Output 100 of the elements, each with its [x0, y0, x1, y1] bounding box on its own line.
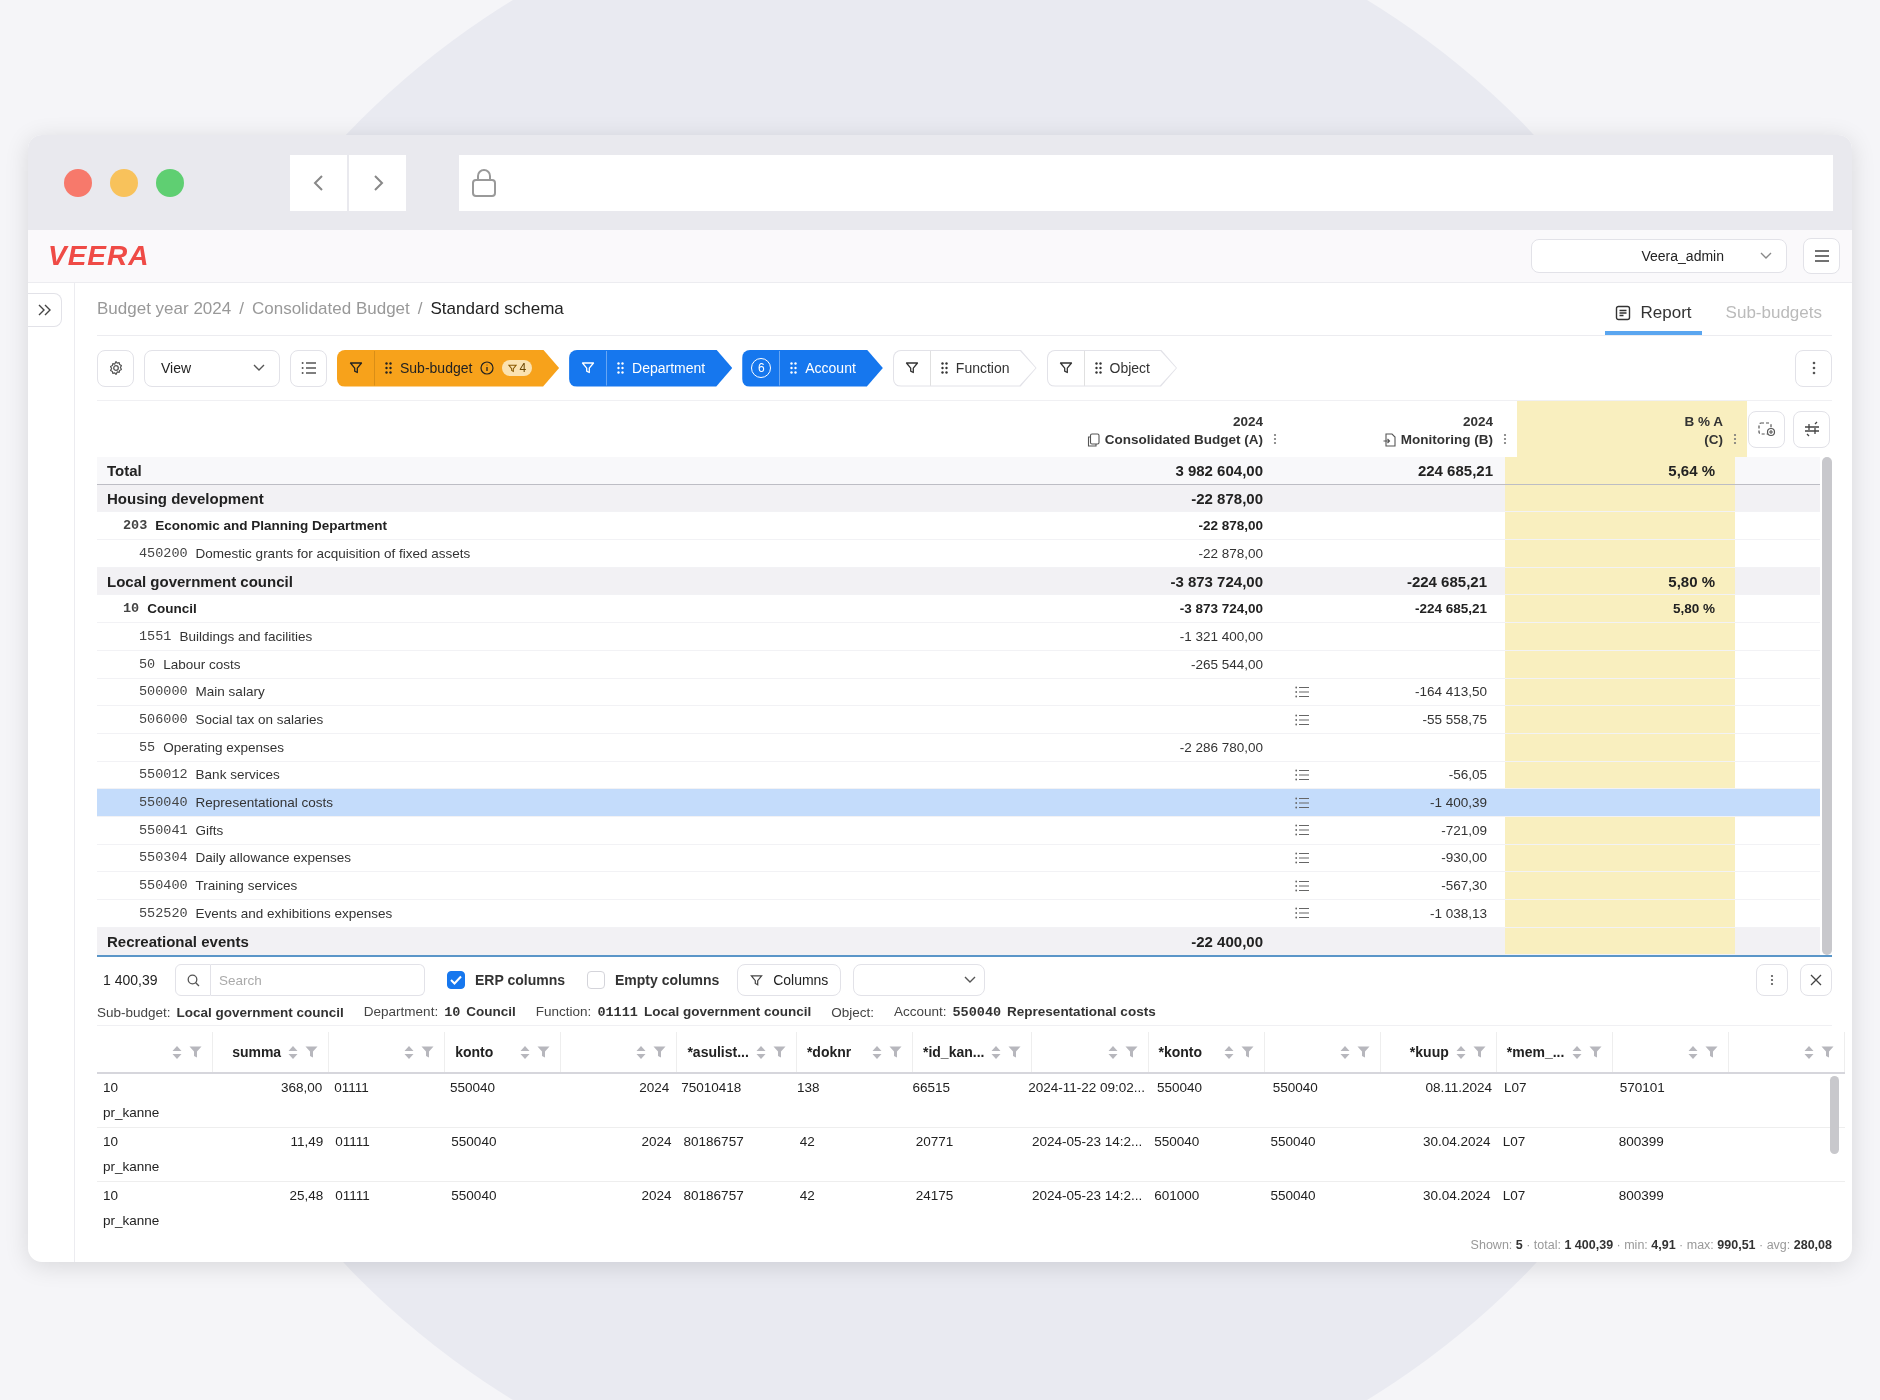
scrollbar[interactable]	[1822, 457, 1832, 956]
column-header[interactable]: *konto	[1158, 1044, 1203, 1061]
dropdown[interactable]	[853, 964, 986, 997]
filter-icon[interactable]	[1821, 1046, 1834, 1059]
row-code: 552520	[139, 905, 188, 921]
close-button[interactable]	[1800, 964, 1832, 997]
report-row[interactable]: Local government council -3 873 724,00 -224 685,21 5,80 %	[97, 567, 1820, 596]
filter-icon[interactable]	[1704, 1046, 1718, 1059]
report-row[interactable]: Recreational events -22 400,00	[97, 927, 1820, 956]
settings-button[interactable]	[97, 349, 134, 387]
report-row[interactable]: Housing development -22 878,00	[97, 484, 1820, 513]
report-row[interactable]: 552520 Events and exhibitions expenses -1 038,13	[97, 900, 1820, 928]
grouping-chip[interactable]: Department	[569, 349, 733, 387]
grouping-chip[interactable]: Sub-budget 4	[337, 349, 560, 387]
scrollbar[interactable]	[1830, 1076, 1839, 1155]
report-row[interactable]: 203 Economic and Planning Department -22 878,00	[97, 512, 1820, 541]
grouping-chip[interactable]: 6 Account	[742, 349, 883, 387]
column-header[interactable]: *id_kan...	[922, 1044, 985, 1061]
report-row[interactable]: 550400 Training services -567,30	[97, 872, 1820, 900]
details-list-icon[interactable]	[1295, 907, 1309, 920]
budget-value: -22 878,00	[1198, 545, 1263, 561]
report-row[interactable]: 50 Labour costs -265 544,00	[97, 650, 1820, 679]
sort-icon[interactable]	[990, 1044, 1003, 1060]
tab[interactable]: Report	[1604, 297, 1702, 335]
sort-icon[interactable]	[1570, 1044, 1583, 1060]
address-bar[interactable]	[459, 154, 1833, 211]
details-list-icon[interactable]	[1295, 768, 1309, 781]
grouping-chip[interactable]: Object	[1046, 349, 1177, 387]
sort-icon[interactable]	[870, 1044, 883, 1060]
report-row[interactable]: 500000 Main salary -164 413,50	[97, 678, 1820, 707]
search-icon[interactable]	[175, 964, 211, 997]
filter-icon[interactable]	[537, 1046, 551, 1059]
menu-button[interactable]	[1803, 238, 1840, 274]
sort-icon[interactable]	[171, 1044, 184, 1060]
list-button[interactable]	[290, 349, 327, 387]
filter-icon[interactable]	[888, 1046, 902, 1059]
filter-icon[interactable]	[1008, 1046, 1022, 1059]
add-view-button[interactable]	[1748, 410, 1785, 448]
sort-icon[interactable]	[287, 1044, 300, 1060]
more-options-button[interactable]	[1756, 964, 1788, 997]
view-dropdown[interactable]: View	[144, 349, 280, 387]
list-icon	[300, 361, 317, 375]
close-window-icon[interactable]	[64, 168, 92, 197]
sort-icon[interactable]	[1338, 1044, 1351, 1060]
minimize-window-icon[interactable]	[110, 168, 138, 197]
filter-icon[interactable]	[305, 1046, 319, 1059]
filter-icon[interactable]	[421, 1046, 435, 1059]
filter-icon[interactable]	[1356, 1046, 1370, 1059]
details-list-icon[interactable]	[1295, 713, 1309, 726]
sort-icon[interactable]	[1686, 1044, 1699, 1060]
column-header[interactable]: summa	[232, 1044, 282, 1061]
report-row[interactable]: 506000 Social tax on salaries -55 558,75	[97, 706, 1820, 734]
column-menu-icon[interactable]	[1733, 433, 1737, 445]
table-cell: 2024	[641, 1134, 672, 1150]
details-list-icon[interactable]	[1295, 851, 1309, 864]
filter-icon[interactable]	[653, 1046, 667, 1059]
details-list-icon[interactable]	[1295, 824, 1309, 837]
maximize-window-icon[interactable]	[156, 168, 184, 197]
filter-icon[interactable]	[1240, 1046, 1254, 1059]
report-row[interactable]: 550304 Daily allowance expenses -930,00	[97, 844, 1820, 873]
filter-icon[interactable]	[1588, 1046, 1602, 1059]
column-header[interactable]: *mem_...	[1506, 1044, 1565, 1061]
filter-icon[interactable]	[1472, 1046, 1486, 1059]
table-cell: 10	[103, 1188, 119, 1204]
filter-icon[interactable]	[772, 1046, 786, 1059]
filter-icon[interactable]	[1124, 1046, 1138, 1059]
more-options-button[interactable]	[1795, 349, 1832, 387]
column-header[interactable]: konto	[455, 1044, 494, 1061]
column-header[interactable]: *asulist...	[687, 1044, 749, 1061]
details-list-icon[interactable]	[1295, 796, 1309, 809]
details-list-icon[interactable]	[1295, 879, 1309, 892]
expand-sidebar-button[interactable]	[28, 293, 62, 327]
report-row[interactable]: 450200 Domestic grants for acquisition of fixed assets -22 878,00	[97, 540, 1820, 568]
report-row[interactable]: 550040 Representational costs -1 400,39	[97, 789, 1820, 817]
grouping-chip[interactable]: Function	[892, 349, 1037, 387]
column-settings-button[interactable]	[1793, 410, 1830, 448]
checkbox[interactable]	[447, 971, 465, 990]
report-row[interactable]: 550041 Gifts -721,09	[97, 816, 1820, 845]
report-row[interactable]: 1551 Buildings and facilities -1 321 400,00	[97, 623, 1820, 651]
back-button[interactable]	[290, 154, 347, 211]
forward-button[interactable]	[349, 154, 406, 211]
sort-icon[interactable]	[1222, 1044, 1235, 1060]
column-header[interactable]: *kuup	[1409, 1044, 1449, 1061]
details-list-icon[interactable]	[1295, 685, 1309, 698]
sort-icon[interactable]	[1803, 1044, 1815, 1060]
sort-icon[interactable]	[1454, 1044, 1467, 1060]
user-dropdown[interactable]: Veera_admin	[1531, 239, 1787, 273]
sort-icon[interactable]	[1106, 1044, 1119, 1060]
columns-button[interactable]: Columns	[737, 964, 842, 997]
column-header[interactable]: *doknr	[806, 1044, 852, 1061]
sort-icon[interactable]	[519, 1044, 532, 1060]
sort-icon[interactable]	[754, 1044, 767, 1060]
filter-icon[interactable]	[189, 1046, 203, 1059]
column-menu-icon[interactable]	[1503, 433, 1507, 445]
sort-icon[interactable]	[403, 1044, 416, 1060]
sort-icon[interactable]	[635, 1044, 648, 1060]
report-row[interactable]: 10 Council -3 873 724,00 -224 685,21 5,80 %	[97, 595, 1820, 624]
search-field[interactable]: Search	[211, 964, 425, 997]
column-menu-icon[interactable]	[1273, 433, 1277, 445]
report-row[interactable]: 55 Operating expenses -2 286 780,00	[97, 733, 1820, 762]
